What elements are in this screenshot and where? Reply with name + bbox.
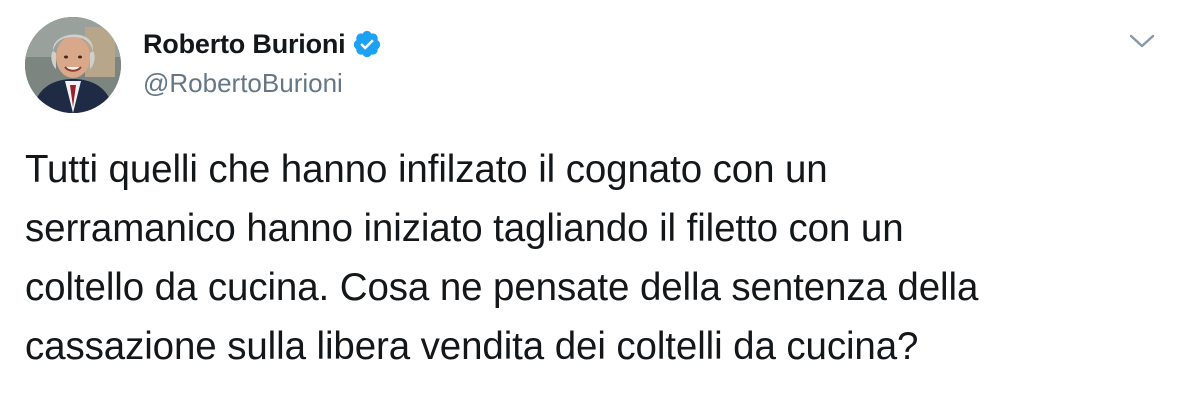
tweet-text: Tutti quelli che hanno infilzato il cogn… (25, 140, 1175, 376)
user-handle[interactable]: @RobertoBurioni (143, 68, 343, 99)
author-name-row[interactable]: Roberto Burioni (143, 26, 382, 62)
tweet-card: Roberto Burioni @RobertoBurioni Tutti qu… (0, 0, 1186, 412)
avatar-image (25, 17, 121, 113)
tweet-text-line: cassazione sulla libera vendita dei colt… (25, 325, 919, 368)
display-name[interactable]: Roberto Burioni (143, 29, 346, 60)
tweet-text-line: serramanico hanno iniziato tagliando il … (25, 207, 904, 250)
tweet-text-line: Tutti quelli che hanno infilzato il cogn… (25, 148, 828, 191)
chevron-down-icon[interactable] (1127, 30, 1157, 52)
avatar[interactable] (25, 17, 121, 113)
verified-badge-icon (352, 29, 382, 59)
tweet-text-line: coltello da cucina. Cosa ne pensate dell… (25, 266, 979, 309)
